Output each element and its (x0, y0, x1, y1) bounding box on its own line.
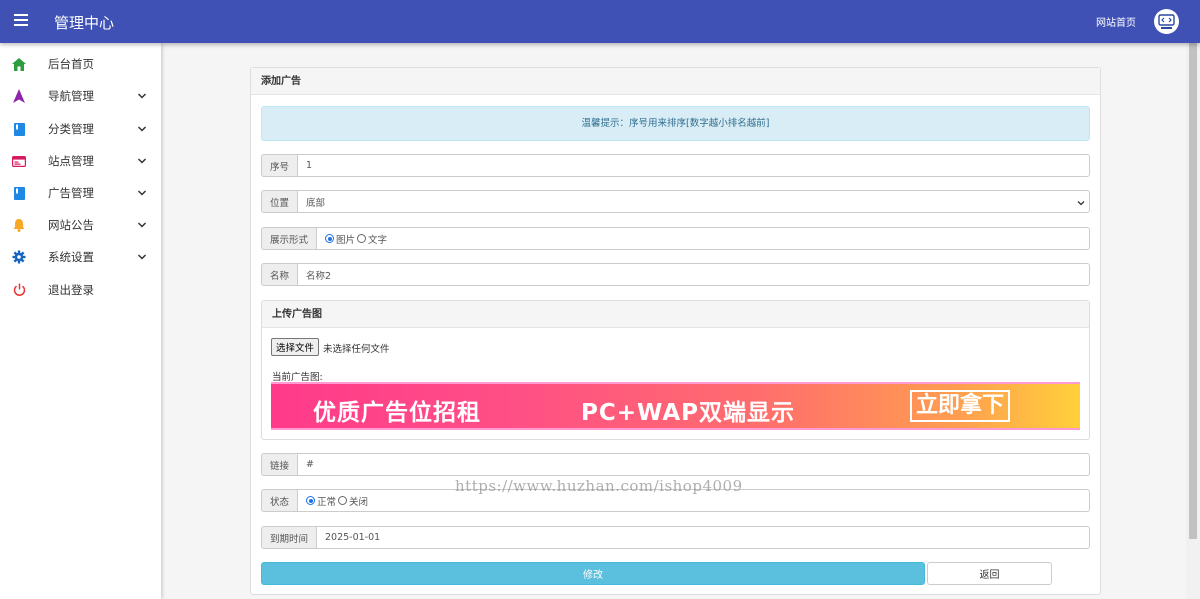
avatar[interactable] (1154, 9, 1179, 34)
status-radio-group: 正常 关闭 (297, 489, 1090, 512)
display-text-radio[interactable] (357, 234, 367, 243)
status-row: 状态 正常 关闭 (261, 489, 1090, 512)
banner-text-1: 优质广告位招租 (313, 400, 481, 426)
banner-text-2: PC+WAP双端显示 (581, 400, 796, 426)
link-input[interactable] (297, 453, 1090, 476)
chevron-down-icon (137, 254, 147, 260)
sidebar-item-label: 导航管理 (48, 89, 94, 103)
page-scrollbar[interactable] (1186, 43, 1200, 599)
position-select[interactable]: 底部 (297, 190, 1090, 213)
submit-button[interactable]: 修改 (261, 562, 925, 585)
expire-label: 到期时间 (261, 526, 316, 549)
current-ad-image-label: 当前广告图: (272, 372, 323, 383)
logo-icon (1158, 14, 1175, 29)
order-label: 序号 (261, 154, 297, 177)
top-app-bar: 管理中心 网站首页 (0, 0, 1200, 43)
sidebar-item-label: 后台首页 (48, 57, 94, 71)
navigation-icon (12, 89, 26, 103)
upload-panel: 上传广告图 选择文件 未选择任何文件 当前广告图: 优质广告位招租 PC+WAP… (261, 300, 1090, 440)
chevron-down-icon (137, 126, 147, 132)
gear-icon (12, 250, 26, 264)
power-icon (12, 283, 26, 297)
menu-icon[interactable] (14, 14, 28, 26)
name-label: 名称 (261, 263, 297, 286)
banner-text-3: 立即拿下 (910, 390, 1011, 422)
display-row: 展示形式 图片 文字 (261, 227, 1090, 250)
home-icon (12, 57, 26, 71)
chevron-down-icon (137, 93, 147, 99)
sidebar-item-label: 系统设置 (48, 250, 94, 264)
status-closed-radio[interactable] (338, 496, 348, 505)
link-row: 链接 (261, 453, 1090, 476)
display-image-radio[interactable] (325, 234, 334, 243)
sidebar-item-settings[interactable]: 系统设置 (0, 241, 161, 273)
sidebar-item-label: 广告管理 (48, 186, 94, 200)
tip-alert: 温馨提示：序号用来排序[数字越小排名越前] (261, 106, 1090, 141)
web-icon (12, 154, 26, 168)
display-text-label: 文字 (368, 234, 388, 246)
sidebar-item-navigation[interactable]: 导航管理 (0, 80, 161, 112)
expire-date-input[interactable] (316, 526, 1090, 549)
expire-row: 到期时间 (261, 526, 1090, 549)
sidebar-item-dashboard[interactable]: 后台首页 (0, 48, 161, 80)
sidebar-item-label: 网站公告 (48, 218, 94, 232)
display-radio-group: 图片 文字 (316, 227, 1090, 250)
site-home-link[interactable]: 网站首页 (1096, 14, 1136, 29)
status-normal-label: 正常 (317, 496, 337, 508)
no-file-text: 未选择任何文件 (323, 344, 390, 355)
order-row: 序号 (261, 154, 1090, 177)
display-image-label: 图片 (336, 234, 356, 246)
book-icon (12, 122, 26, 136)
current-ad-banner-image: 优质广告位招租 PC+WAP双端显示 立即拿下 (271, 382, 1080, 430)
chevron-down-icon (1077, 201, 1085, 206)
bell-icon (12, 218, 26, 232)
sidebar-item-label: 分类管理 (48, 122, 94, 136)
sidebar: 后台首页 导航管理 分类管理 站点管理 广告管理 网站公告 系统设置 退出登录 (0, 43, 161, 599)
add-ad-card: 添加广告 温馨提示：序号用来排序[数字越小排名越前] 序号 位置 底部 展示形式… (250, 67, 1101, 595)
chevron-down-icon (137, 190, 147, 196)
chevron-down-icon (137, 222, 147, 228)
choose-file-button[interactable]: 选择文件 (271, 338, 320, 356)
sidebar-item-announcements[interactable]: 网站公告 (0, 209, 161, 241)
back-button[interactable]: 返回 (927, 562, 1052, 585)
position-selected-value: 底部 (306, 197, 326, 209)
sidebar-item-sites[interactable]: 站点管理 (0, 145, 161, 177)
sidebar-item-label: 站点管理 (48, 154, 94, 168)
app-title: 管理中心 (54, 14, 115, 32)
chevron-down-icon (137, 158, 147, 164)
status-normal-radio[interactable] (306, 496, 315, 505)
display-label: 展示形式 (261, 227, 316, 250)
sidebar-item-categories[interactable]: 分类管理 (0, 113, 161, 145)
order-input[interactable] (297, 154, 1090, 177)
scrollbar-thumb[interactable] (1189, 43, 1197, 539)
sidebar-item-logout[interactable]: 退出登录 (0, 274, 161, 306)
position-row: 位置 底部 (261, 190, 1090, 213)
sidebar-item-ads[interactable]: 广告管理 (0, 177, 161, 209)
status-label: 状态 (261, 489, 297, 512)
link-label: 链接 (261, 453, 297, 476)
upload-title: 上传广告图 (262, 301, 1089, 328)
name-row: 名称 (261, 263, 1090, 286)
position-label: 位置 (261, 190, 297, 213)
book-icon (12, 186, 26, 200)
name-input[interactable] (297, 263, 1090, 286)
card-title: 添加广告 (251, 68, 1100, 95)
status-closed-label: 关闭 (349, 496, 369, 508)
sidebar-item-label: 退出登录 (48, 283, 94, 297)
